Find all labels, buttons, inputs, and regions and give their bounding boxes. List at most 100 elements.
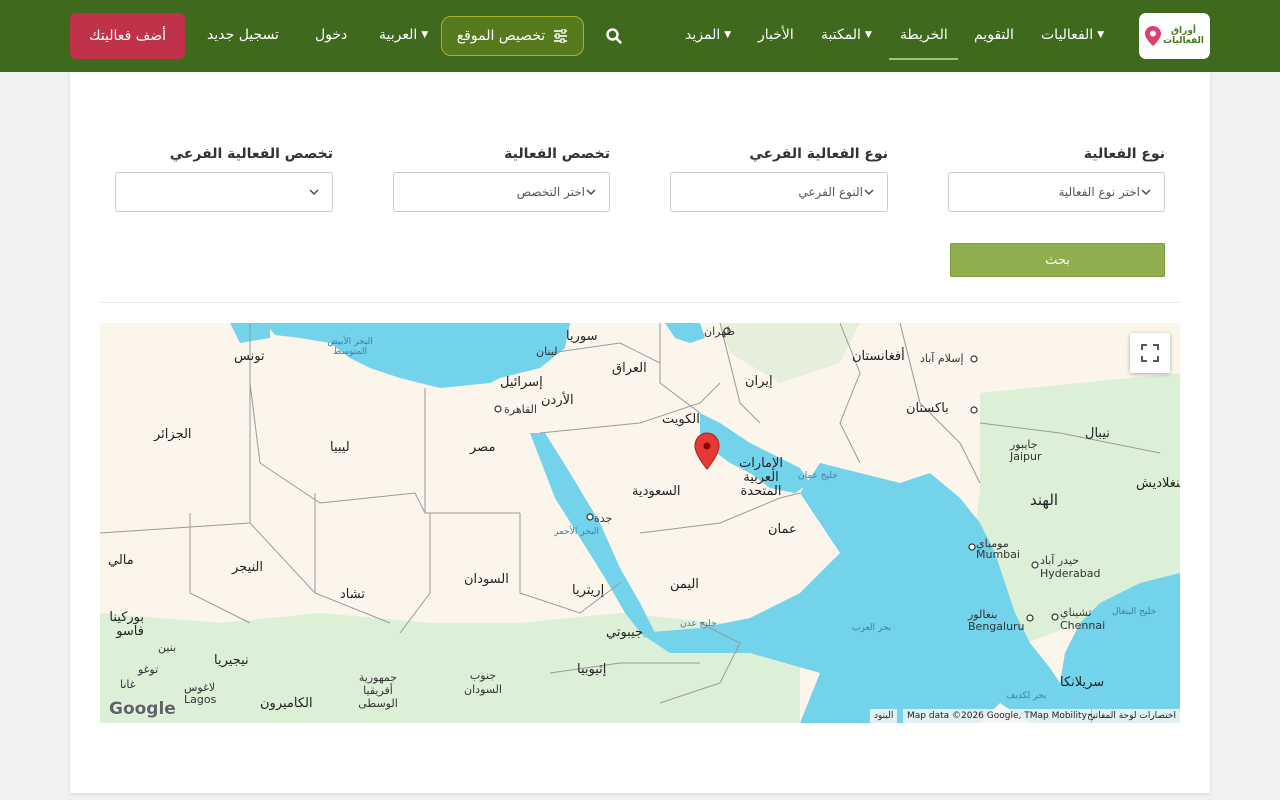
map-sea-label: بحر لكديف [1006,691,1047,701]
map-label: جدة [594,512,613,525]
event-subtype-label: نوع الفعالية الفرعي [749,146,888,162]
caret-down-icon: ▼ [421,30,429,40]
map-label: نيجيريا [214,653,249,668]
sub-specialty-select[interactable] [115,172,333,212]
nav-library[interactable]: ▼المكتبة [821,24,872,48]
nav-calendar[interactable]: التقويم [974,24,1014,48]
add-event-button[interactable]: أضف فعاليتك [70,13,185,59]
map-label: الجزائر [154,427,192,442]
caret-down-icon: ▼ [1097,30,1105,40]
specialty-label: تخصص الفعالية [504,146,610,162]
section-divider [100,302,1180,303]
specialty-value: اختر التخصص [516,185,585,199]
map-label: سوريا [566,329,598,344]
map-label: بنين [158,641,177,654]
map-label: أفغانستان [852,349,905,364]
nav-news[interactable]: الأخبار [758,24,794,48]
map-label: السودان [464,572,509,587]
map-label: Jaipur [1010,450,1042,463]
map-label: طهران [704,325,736,338]
map-label: سريلانكا [1060,675,1105,690]
map-label: إيران [745,374,773,389]
map-label: الكويت [662,412,700,427]
map-label: Hyderabad [1040,567,1101,580]
sliders-icon [554,29,568,43]
map-label: عمان [768,522,797,537]
event-subtype-value: النوع الفرعي [798,185,863,199]
nav-more[interactable]: ▼المزيد [685,24,731,48]
chevron-down-icon [586,189,596,195]
logo-text-line2: الفعاليات [1163,36,1204,46]
events-map[interactable]: سوريا لبنان العراق طهران أفغانستان إسلام… [100,323,1180,723]
map-label: العراق [612,361,647,376]
map-label: القاهرة [504,403,537,416]
map-label: مصر [470,440,496,455]
map-label: Chennai [1060,619,1106,632]
map-sea-label: خليج عدن [680,619,717,629]
customize-site-button[interactable]: تخصيص الموقع [441,16,584,56]
site-logo[interactable]: أوراق الفعاليات [1139,13,1210,59]
nav-events[interactable]: ▼الفعاليات [1041,24,1104,48]
map-label: Lagos [184,693,217,706]
fullscreen-button[interactable] [1130,333,1170,373]
event-subtype-select[interactable]: النوع الفرعي [670,172,888,212]
map-label: نيبال [1085,426,1110,441]
map-basemap [100,323,1180,723]
map-label: تشيناي [1060,606,1092,619]
map-label: تونس [234,349,265,364]
map-label: إثيوبيا [577,662,607,677]
google-logo: Google [109,699,176,719]
keyboard-shortcuts-link[interactable]: اختصارات لوحة المفاتيح [1087,709,1180,723]
map-label: Bengaluru [968,620,1025,633]
map-label: حيدر آباد [1040,554,1080,567]
map-label: اليمن [670,577,699,592]
map-sea-label: خليج عمان [798,471,838,481]
map-label: توغو [138,663,159,676]
search-icon[interactable] [605,27,623,45]
map-data-attribution: Map data ©2026 Google, TMap Mobility [903,709,1091,723]
register-link[interactable]: تسجيل جديد [207,24,279,48]
map-terms-link[interactable]: البنود [870,709,898,723]
fullscreen-icon [1141,344,1159,362]
logo-pin-icon [1145,26,1162,46]
map-label: غانا [120,678,136,691]
map-marker-icon[interactable] [694,432,720,470]
caret-down-icon: ▼ [724,30,732,40]
map-label: إسلام آباد [920,352,964,365]
map-label: باكستان [906,401,949,416]
map-label: الإمارات العربية المتحدة [738,456,784,499]
map-label: جمهورية أفريقيا الوسطى [358,671,398,710]
chevron-down-icon [309,189,319,195]
nav-map[interactable]: الخريطة [900,24,948,48]
map-label: مالي [108,553,134,568]
customize-site-label: تخصيص الموقع [456,28,546,44]
nav-active-indicator [889,58,958,60]
map-label: السعودية [632,484,681,499]
login-link[interactable]: دخول [315,24,347,48]
map-label: ليبيا [330,440,350,455]
map-label: إريتريا [572,583,605,598]
map-label: لبنان [536,345,558,358]
event-type-label: نوع الفعالية [1083,146,1165,162]
map-sea-label: البحر الأحمر [554,527,599,537]
search-button[interactable]: بحث [950,243,1165,277]
event-type-value: اختر نوع الفعالية [1058,185,1140,199]
map-label: الأردن [541,393,574,408]
map-label: جيبوتي [606,625,644,640]
specialty-select[interactable]: اختر التخصص [393,172,610,212]
chevron-down-icon [1141,189,1151,195]
language-dropdown[interactable]: ▼العربية [379,24,428,48]
map-label: الهند [1030,491,1059,509]
event-type-select[interactable]: اختر نوع الفعالية [948,172,1165,212]
map-label: جنوب السودان [464,669,502,696]
map-label: الكاميرون [260,696,313,711]
map-label: النيجر [232,560,263,575]
map-label: إسرائيل [500,375,543,390]
map-sea-label: خليج البنغال [1112,607,1157,617]
map-label: بوركينا فاسو [109,610,144,639]
caret-down-icon: ▼ [864,30,872,40]
map-sea-label: بحر العرب [852,623,892,633]
map-label: Mumbai [976,548,1020,561]
map-sea-label: البحر الأبيض المتوسط [327,337,373,357]
logo-text-line1: أوراق [1171,26,1196,36]
